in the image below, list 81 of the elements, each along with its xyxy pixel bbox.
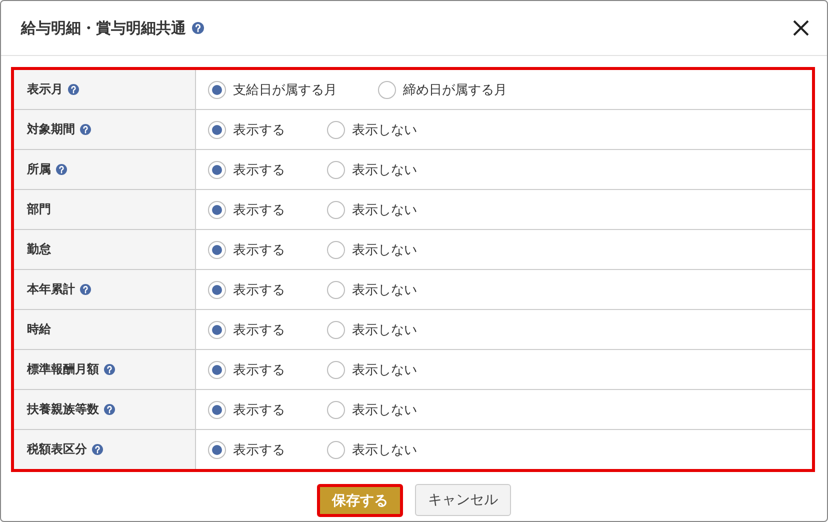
row-label: 税額表区分: [27, 441, 87, 458]
radio-option[interactable]: 表示する: [208, 160, 327, 178]
radio-button[interactable]: [208, 440, 226, 458]
radio-label: 表示しない: [352, 282, 417, 298]
help-icon[interactable]: [80, 124, 91, 135]
radio-option[interactable]: 表示しない: [327, 400, 446, 418]
radio-label: 表示しない: [352, 402, 417, 418]
radio-button[interactable]: [327, 200, 345, 218]
radio-label: 表示しない: [352, 322, 417, 338]
radio-option[interactable]: 表示する: [208, 440, 327, 458]
radio-button[interactable]: [327, 160, 345, 178]
radio-button[interactable]: [208, 360, 226, 378]
radio-button[interactable]: [327, 360, 345, 378]
radio-button[interactable]: [208, 240, 226, 258]
radio-label: 表示しない: [352, 202, 417, 218]
help-icon[interactable]: [68, 84, 79, 95]
radio-label: 表示しない: [352, 162, 417, 178]
radio-option[interactable]: 支給日が属する月: [208, 80, 378, 98]
help-icon[interactable]: [56, 164, 67, 175]
radio-button[interactable]: [327, 440, 345, 458]
row-label: 時給: [27, 321, 51, 338]
radio-option[interactable]: 表示する: [208, 120, 327, 138]
radio-label: 表示する: [233, 242, 285, 258]
radio-option[interactable]: 表示する: [208, 240, 327, 258]
radio-label: 表示する: [233, 202, 285, 218]
radio-button[interactable]: [208, 320, 226, 338]
radio-option[interactable]: 表示しない: [327, 320, 446, 338]
row-label: 所属: [27, 161, 51, 178]
row-label: 部門: [27, 201, 51, 218]
close-icon: [793, 20, 809, 36]
radio-label: 表示しない: [352, 442, 417, 458]
radio-label: 表示しない: [352, 362, 417, 378]
dialog-title: 給与明細・賞与明細共通: [21, 18, 186, 38]
radio-button[interactable]: [208, 120, 226, 138]
radio-option[interactable]: 表示しない: [327, 200, 446, 218]
help-icon[interactable]: [104, 364, 115, 375]
help-icon[interactable]: [192, 22, 204, 34]
radio-button[interactable]: [327, 120, 345, 138]
radio-label: 表示する: [233, 282, 285, 298]
help-icon[interactable]: [92, 444, 103, 455]
radio-option[interactable]: 表示しない: [327, 160, 446, 178]
radio-button[interactable]: [327, 280, 345, 298]
radio-button[interactable]: [208, 80, 226, 98]
radio-label: 支給日が属する月: [233, 82, 337, 98]
radio-label: 表示する: [233, 122, 285, 138]
radio-button[interactable]: [327, 320, 345, 338]
radio-button[interactable]: [208, 280, 226, 298]
row-label: 対象期間: [27, 121, 75, 138]
row-label: 扶養親族等数: [27, 401, 99, 418]
radio-label: 表示しない: [352, 242, 417, 258]
help-icon[interactable]: [80, 284, 91, 295]
radio-button[interactable]: [378, 80, 396, 98]
radio-option[interactable]: 表示する: [208, 280, 327, 298]
radio-option[interactable]: 表示しない: [327, 120, 446, 138]
radio-label: 表示する: [233, 402, 285, 418]
radio-option[interactable]: 締め日が属する月: [378, 80, 548, 98]
radio-button[interactable]: [208, 200, 226, 218]
row-label: 表示月: [27, 81, 63, 98]
radio-label: 表示する: [233, 442, 285, 458]
radio-button[interactable]: [208, 160, 226, 178]
radio-option[interactable]: 表示する: [208, 360, 327, 378]
radio-button[interactable]: [327, 240, 345, 258]
row-label: 本年累計: [27, 281, 75, 298]
row-label: 標準報酬月額: [27, 361, 99, 378]
radio-option[interactable]: 表示する: [208, 200, 327, 218]
radio-button[interactable]: [208, 400, 226, 418]
radio-label: 表示しない: [352, 122, 417, 138]
radio-option[interactable]: 表示しない: [327, 440, 446, 458]
radio-label: 表示する: [233, 162, 285, 178]
radio-label: 締め日が属する月: [403, 82, 507, 98]
radio-option[interactable]: 表示しない: [327, 360, 446, 378]
cancel-button[interactable]: キャンセル: [415, 484, 511, 516]
radio-label: 表示する: [233, 362, 285, 378]
row-label: 勤怠: [27, 241, 51, 258]
radio-label: 表示する: [233, 322, 285, 338]
radio-option[interactable]: 表示する: [208, 320, 327, 338]
radio-option[interactable]: 表示する: [208, 400, 327, 418]
radio-option[interactable]: 表示しない: [327, 280, 446, 298]
radio-button[interactable]: [327, 400, 345, 418]
help-icon[interactable]: [104, 404, 115, 415]
radio-option[interactable]: 表示しない: [327, 240, 446, 258]
